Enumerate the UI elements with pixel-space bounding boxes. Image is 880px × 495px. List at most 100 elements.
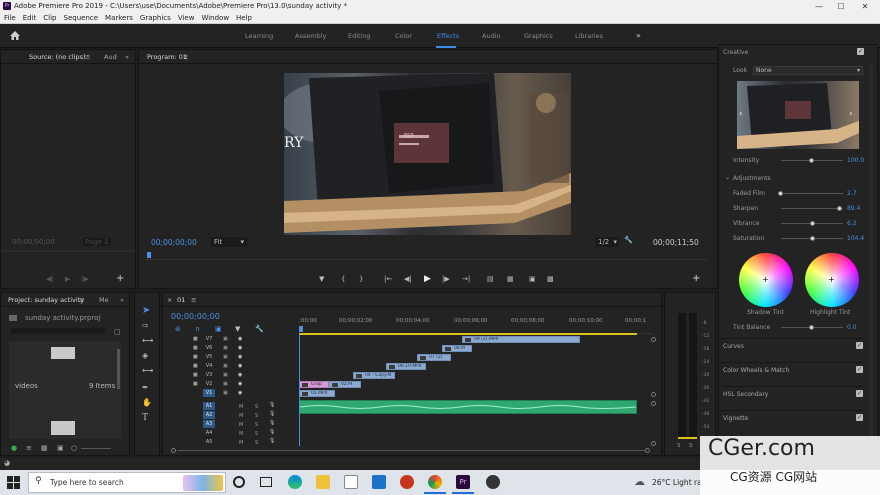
tab-audio-clip-mixer[interactable]: Aud bbox=[104, 50, 117, 64]
sync-lock-icon[interactable]: ▣ bbox=[223, 363, 228, 369]
track-label-v3[interactable]: V3 bbox=[203, 371, 215, 379]
minimize-button[interactable]: — bbox=[808, 0, 830, 13]
cortana-icon[interactable] bbox=[233, 476, 245, 488]
video-clip[interactable]: 02.M bbox=[329, 381, 361, 388]
slip-tool-icon[interactable]: ⟷ bbox=[142, 366, 153, 375]
vignette-enable-checkbox[interactable]: ✓ bbox=[856, 414, 863, 421]
tab-libraries[interactable]: Libraries bbox=[575, 24, 603, 48]
eye-icon[interactable]: ◉ bbox=[238, 381, 242, 387]
tab-sequence-01[interactable]: 01 bbox=[177, 293, 185, 307]
selection-tool-icon[interactable]: ➤ bbox=[142, 305, 150, 316]
edge-browser-icon[interactable] bbox=[288, 475, 302, 489]
weather-cloud-icon[interactable]: ☁ bbox=[634, 475, 645, 488]
menu-graphics[interactable]: Graphics bbox=[140, 14, 171, 22]
eye-icon[interactable]: ◉ bbox=[238, 354, 242, 360]
mute-toggle[interactable]: M bbox=[239, 404, 243, 410]
track-label-a2[interactable]: A2 bbox=[203, 411, 215, 419]
microphone-icon[interactable]: 🎙 bbox=[269, 402, 275, 408]
razor-tool-icon[interactable]: ◈ bbox=[142, 351, 148, 360]
extract-icon[interactable]: ▦ bbox=[507, 275, 514, 283]
close-button[interactable]: ✕ bbox=[854, 0, 876, 13]
tab-source[interactable]: Source: (no clips) bbox=[29, 50, 86, 64]
wrench-icon[interactable]: 🔧 bbox=[624, 236, 633, 244]
info-icon[interactable]: ◕ bbox=[4, 459, 10, 467]
close-sequence-icon[interactable]: × bbox=[167, 293, 172, 307]
menu-window[interactable]: Window bbox=[201, 14, 229, 22]
vertical-zoom-handle[interactable] bbox=[651, 441, 656, 446]
lock-icon[interactable]: ● bbox=[11, 444, 17, 452]
look-next-icon[interactable]: › bbox=[849, 109, 853, 119]
microsoft-store-icon[interactable] bbox=[344, 475, 358, 489]
solo-toggle[interactable]: S bbox=[255, 422, 258, 428]
microphone-icon[interactable]: 🎙 bbox=[269, 438, 275, 444]
hsl-secondary-section[interactable]: HSL Secondary bbox=[720, 386, 866, 402]
source-step-forward-icon[interactable]: |▶ bbox=[81, 275, 89, 283]
mute-toggle[interactable]: M bbox=[239, 440, 243, 446]
program-tab-menu-icon[interactable]: ≡ bbox=[183, 50, 188, 64]
track-lock-icon[interactable]: ■ bbox=[193, 354, 198, 360]
color-wheels-enable-checkbox[interactable]: ✓ bbox=[856, 366, 863, 373]
source-timecode[interactable]: 00;00;00;00 bbox=[12, 238, 55, 246]
taskbar-search-box[interactable]: ⚲ Type here to search bbox=[28, 472, 226, 493]
sync-lock-icon[interactable]: ▣ bbox=[223, 336, 228, 342]
vertical-zoom-handle[interactable] bbox=[651, 392, 656, 397]
timeline-playhead-handle[interactable] bbox=[299, 326, 303, 332]
tab-assembly[interactable]: Assembly bbox=[295, 24, 326, 48]
vibrance-knob[interactable] bbox=[810, 221, 815, 226]
solo-left-button[interactable]: S bbox=[677, 443, 681, 449]
look-preview[interactable]: ‹ › bbox=[737, 81, 859, 149]
maximize-button[interactable]: ☐ bbox=[830, 0, 852, 13]
timeline-timecode[interactable]: 00;00;00;00 bbox=[171, 312, 220, 321]
add-marker-timeline-icon[interactable]: ▼ bbox=[235, 325, 240, 333]
mark-out-icon[interactable]: } bbox=[359, 275, 363, 283]
sync-lock-icon[interactable]: ▣ bbox=[223, 381, 228, 387]
wheel-crosshair-icon[interactable]: + bbox=[762, 275, 769, 284]
windows-start-icon[interactable] bbox=[7, 476, 20, 489]
tab-media-browser[interactable]: Me bbox=[99, 293, 109, 307]
mute-toggle[interactable]: M bbox=[239, 422, 243, 428]
wheel-crosshair-icon[interactable]: + bbox=[828, 275, 835, 284]
powerpoint-icon[interactable] bbox=[400, 475, 414, 489]
adjustments-chevron-icon[interactable]: ⌄ bbox=[725, 174, 730, 181]
timeline-settings-icon[interactable]: 🔧 bbox=[255, 325, 264, 333]
track-label-v2[interactable]: V2 bbox=[203, 380, 215, 388]
eye-icon[interactable]: ◉ bbox=[238, 372, 242, 378]
list-view-icon[interactable]: ≡ bbox=[26, 444, 32, 452]
eye-icon[interactable]: ◉ bbox=[238, 363, 242, 369]
sync-lock-icon[interactable]: ▣ bbox=[223, 354, 228, 360]
look-previous-icon[interactable]: ‹ bbox=[739, 109, 743, 119]
microphone-icon[interactable]: 🎙 bbox=[269, 411, 275, 417]
clip-lane[interactable]: 09 (2).MP4 08.M 07 (2) 06.10.MP4 04 - Co… bbox=[299, 334, 653, 446]
video-clip[interactable]: 07 (2) bbox=[417, 354, 451, 361]
solo-toggle[interactable]: S bbox=[255, 440, 258, 446]
pen-tool-icon[interactable]: ✒ bbox=[142, 383, 149, 392]
menu-file[interactable]: File bbox=[4, 14, 16, 22]
weather-text[interactable]: 26°C Light ra bbox=[652, 478, 702, 487]
camera-icon[interactable]: ▣ bbox=[529, 275, 536, 283]
go-to-out-icon[interactable]: →| bbox=[462, 275, 470, 283]
intensity-value[interactable]: 100.0 bbox=[847, 157, 864, 164]
mute-toggle[interactable]: M bbox=[239, 431, 243, 437]
lift-icon[interactable]: ▤ bbox=[487, 275, 494, 283]
source-add-button[interactable]: + bbox=[116, 273, 124, 284]
program-scrub-bar[interactable] bbox=[147, 252, 707, 260]
project-more-icon[interactable]: » bbox=[120, 293, 124, 307]
track-label-a4[interactable]: A4 bbox=[203, 429, 215, 437]
snap-icon[interactable]: ∩ bbox=[195, 325, 200, 333]
shadow-tint-wheel[interactable]: + bbox=[739, 253, 793, 307]
work-area-bar[interactable] bbox=[299, 333, 637, 335]
mail-icon[interactable] bbox=[372, 475, 386, 489]
hand-tool-icon[interactable]: ✋ bbox=[142, 398, 152, 407]
freeform-view-icon[interactable]: ▣ bbox=[57, 444, 64, 452]
solo-toggle[interactable]: S bbox=[255, 431, 258, 437]
track-select-tool-icon[interactable]: ⇨ bbox=[142, 321, 149, 330]
video-clip[interactable]: 09 (2).MP4 bbox=[462, 336, 580, 343]
sync-lock-icon[interactable]: ▣ bbox=[223, 345, 228, 351]
curves-enable-checkbox[interactable]: ✓ bbox=[856, 342, 863, 349]
program-playhead[interactable] bbox=[147, 252, 151, 258]
program-timecode[interactable]: 00;00;00;00 bbox=[151, 238, 197, 247]
zoom-out-icon[interactable]: ○ bbox=[71, 444, 77, 452]
track-lock-icon[interactable]: ■ bbox=[193, 381, 198, 387]
folder-icon[interactable] bbox=[51, 421, 75, 435]
eye-icon[interactable]: ◉ bbox=[238, 345, 242, 351]
